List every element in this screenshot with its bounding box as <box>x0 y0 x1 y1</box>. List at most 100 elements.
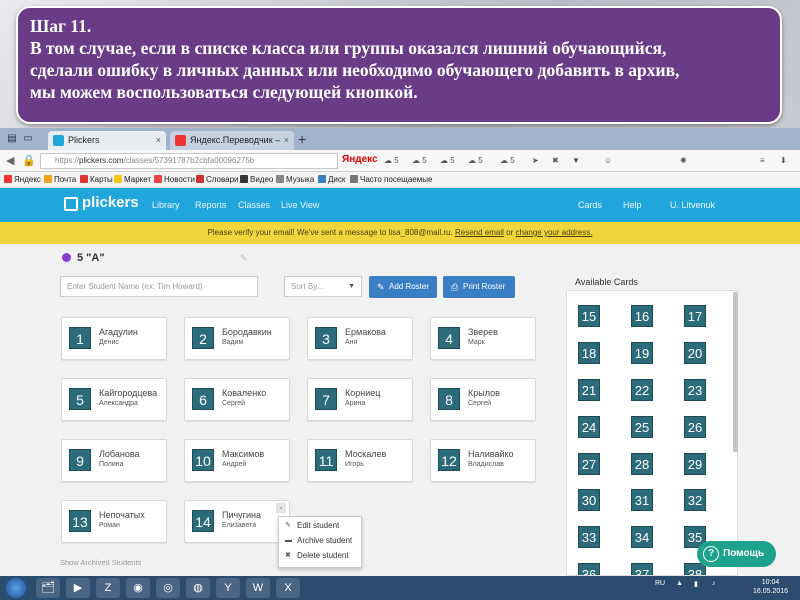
media-icon[interactable]: ▶ <box>66 578 90 598</box>
back-icon[interactable]: ◀ <box>6 154 14 167</box>
language-indicator[interactable]: RU <box>655 580 665 587</box>
available-card[interactable]: 19 <box>631 342 653 364</box>
available-card[interactable]: 24 <box>578 416 600 438</box>
help-button[interactable]: ? Помощь <box>697 541 776 567</box>
student-card[interactable]: 13 Непочатых Роман <box>61 500 167 543</box>
student-card[interactable]: 3 Ермакова Аня <box>307 317 413 360</box>
chrome-icon[interactable]: ◍ <box>186 578 210 598</box>
tray-arrow-icon[interactable]: ▲ <box>676 580 683 587</box>
available-card[interactable]: 27 <box>578 453 600 475</box>
student-card[interactable]: 8 Крылов Сергей <box>430 378 536 421</box>
bookmark-maps[interactable]: Карты <box>80 175 113 184</box>
volume-icon[interactable]: ♪ <box>712 580 716 587</box>
app-logo[interactable]: plickers <box>82 194 139 211</box>
start-button[interactable] <box>6 578 26 598</box>
nav-user[interactable]: U. Litvenuk <box>670 200 715 210</box>
student-card[interactable]: 5 Кайгородцева Александра <box>61 378 167 421</box>
nav-cards[interactable]: Cards <box>578 200 602 210</box>
student-card[interactable]: 14 Пичугина Елизавета ⌄ <box>184 500 290 543</box>
new-tab-button[interactable]: + <box>298 131 306 147</box>
bookmark-yandex[interactable]: Яндекс <box>4 175 41 184</box>
menu-icon[interactable]: ≡ <box>760 156 765 165</box>
available-card[interactable]: 21 <box>578 379 600 401</box>
available-card[interactable]: 31 <box>631 489 653 511</box>
resend-email-link[interactable]: Resend email <box>455 228 504 237</box>
menu-delete-student[interactable]: ✖ Delete student <box>279 548 363 563</box>
search-engine-label[interactable]: Яндекс <box>342 154 378 165</box>
bookmark-disk[interactable]: Диск <box>318 175 345 184</box>
firefox-icon[interactable]: ◉ <box>126 578 150 598</box>
edit-pencil-icon[interactable]: ✎ <box>240 253 248 264</box>
student-card[interactable]: 10 Максимов Андрей <box>184 439 290 482</box>
available-card[interactable]: 17 <box>684 305 706 327</box>
nav-reports[interactable]: Reports <box>195 200 227 210</box>
bookmark-frequent[interactable]: Часто посещаемые <box>350 175 432 184</box>
weather-icon[interactable]: ☁ 5 <box>384 156 399 165</box>
close-tab-icon[interactable]: × <box>156 131 161 150</box>
bookmark-video[interactable]: Видео <box>240 175 273 184</box>
sun-icon[interactable]: ✺ <box>680 156 687 165</box>
available-card[interactable]: 16 <box>631 305 653 327</box>
addon-icon[interactable]: ▼ <box>572 156 580 165</box>
bookmark-music[interactable]: Музыка <box>276 175 314 184</box>
weather-icon[interactable]: ☁ 5 <box>500 156 515 165</box>
available-card[interactable]: 32 <box>684 489 706 511</box>
add-roster-button[interactable]: ✎ Add Roster <box>369 276 437 298</box>
student-card[interactable]: 4 Зверев Марк <box>430 317 536 360</box>
student-card[interactable]: 12 Наливайко Владислав <box>430 439 536 482</box>
tab-menu-icon[interactable]: ▤ <box>6 133 18 145</box>
word-icon[interactable]: W <box>246 578 270 598</box>
available-card[interactable]: 33 <box>578 526 600 548</box>
available-card[interactable]: 25 <box>631 416 653 438</box>
weather-icon[interactable]: ☁ 5 <box>440 156 455 165</box>
download-icon[interactable]: ⬇ <box>780 156 787 165</box>
menu-archive-student[interactable]: ▬ Archive student <box>279 533 363 548</box>
student-card[interactable]: 1 Агадулин Денис <box>61 317 167 360</box>
explorer-icon[interactable]: 🗂 <box>36 578 60 598</box>
filezilla-icon[interactable]: Z <box>96 578 120 598</box>
nav-classes[interactable]: Classes <box>238 200 270 210</box>
weather-icon[interactable]: ☁ 5 <box>468 156 483 165</box>
available-card[interactable]: 26 <box>684 416 706 438</box>
network-icon[interactable]: ▮ <box>694 580 698 588</box>
yandex-browser-icon[interactable]: Y <box>216 578 240 598</box>
student-card[interactable]: 2 Бородавкин Вадим <box>184 317 290 360</box>
print-roster-button[interactable]: ⎙ Print Roster <box>443 276 515 298</box>
url-field[interactable]: https://plickers.com/classes/57391787b2c… <box>40 153 338 169</box>
show-archived-link[interactable]: Show Archived Students <box>60 558 141 567</box>
weather-icon[interactable]: ☁ 5 <box>412 156 427 165</box>
available-card[interactable]: 15 <box>578 305 600 327</box>
available-card[interactable]: 30 <box>578 489 600 511</box>
available-card[interactable]: 20 <box>684 342 706 364</box>
clock[interactable]: 10:04 16.05.2016 <box>753 578 788 596</box>
sort-by-select[interactable]: Sort By... ▼ <box>284 276 362 297</box>
emoji-icon[interactable]: ☺ <box>604 156 612 165</box>
excel-icon[interactable]: X <box>276 578 300 598</box>
bookmark-mail[interactable]: Почта <box>44 175 76 184</box>
tab-translator[interactable]: Яндекс.Переводчик – сло... × <box>170 131 294 164</box>
available-card[interactable]: 29 <box>684 453 706 475</box>
browser-taskbar-icon[interactable]: ◎ <box>156 578 180 598</box>
nav-library[interactable]: Library <box>152 200 180 210</box>
available-card[interactable]: 18 <box>578 342 600 364</box>
tab-list-icon[interactable]: ▭ <box>22 133 34 145</box>
nav-live-view[interactable]: Live View <box>281 200 319 210</box>
available-card[interactable]: 23 <box>684 379 706 401</box>
available-card[interactable]: 37 <box>631 563 653 575</box>
student-card[interactable]: 11 Москалев Игорь <box>307 439 413 482</box>
chevron-down-icon[interactable]: ⌄ <box>276 503 286 513</box>
bookmark-news[interactable]: Новости <box>154 175 195 184</box>
menu-edit-student[interactable]: ✎ Edit student <box>279 518 363 533</box>
student-card[interactable]: 7 Корниец Арина <box>307 378 413 421</box>
change-address-link[interactable]: change your address. <box>515 228 592 237</box>
send-icon[interactable]: ➤ <box>532 156 539 165</box>
bookmark-market[interactable]: Маркет <box>114 175 151 184</box>
tab-plickers[interactable]: Plickers × <box>48 131 166 150</box>
available-card[interactable]: 22 <box>631 379 653 401</box>
close-tab-icon[interactable]: × <box>284 131 289 150</box>
settings-icon[interactable]: ✖ <box>552 156 559 165</box>
bookmark-dictionaries[interactable]: Словари <box>196 175 239 184</box>
nav-help[interactable]: Help <box>623 200 642 210</box>
student-search-input[interactable]: Enter Student Name (ex: Tim Howard) <box>60 276 258 297</box>
available-card[interactable]: 34 <box>631 526 653 548</box>
